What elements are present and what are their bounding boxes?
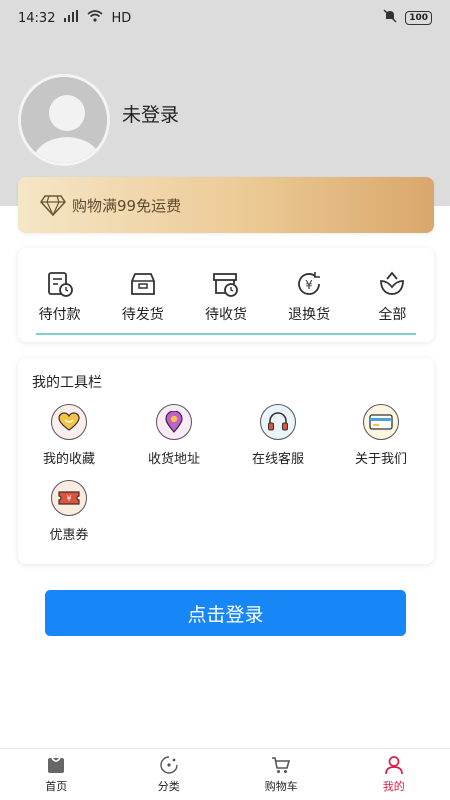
category-icon [160, 756, 178, 774]
tool-favorites[interactable]: 我的收藏 [24, 404, 114, 467]
status-time: 14:32 [18, 10, 56, 26]
status-left: 14:32 HD [18, 10, 131, 26]
free-shipping-banner[interactable]: 购物满99免运费 [18, 177, 434, 233]
tool-about-us[interactable]: 关于我们 [336, 404, 426, 467]
home-icon [48, 757, 65, 773]
tab-label: 分类 [157, 780, 180, 793]
status-bar: 14:32 HD 100 [0, 0, 450, 36]
battery-icon: 100 [405, 11, 432, 25]
tab-label: 我的 [382, 780, 405, 793]
cart-icon [272, 757, 291, 773]
svg-text:¥: ¥ [305, 278, 313, 292]
headset-icon [260, 404, 296, 440]
svg-text:¥: ¥ [66, 494, 71, 503]
pending-payment-icon [47, 272, 73, 297]
tab-category[interactable]: 分类 [129, 755, 209, 794]
order-pending-receipt[interactable]: 待收货 [188, 270, 264, 324]
tool-label: 收货地址 [147, 452, 200, 467]
tool-label: 在线客服 [251, 452, 304, 467]
all-orders-icon [380, 271, 405, 295]
orders-card: 待付款 待发货 待收货 ¥ 退换货 全部 [18, 248, 434, 342]
tab-cart[interactable]: 购物车 [241, 755, 321, 794]
tool-label: 优惠券 [49, 528, 89, 543]
pending-receipt-icon [213, 273, 238, 297]
default-avatar-icon[interactable] [18, 74, 110, 166]
orders-underline [36, 333, 416, 335]
order-pending-shipment[interactable]: 待发货 [105, 270, 181, 324]
card-icon [363, 404, 399, 440]
pending-shipment-icon [130, 273, 155, 295]
order-label: 退换货 [288, 307, 331, 323]
return-exchange-icon: ¥ [298, 272, 321, 295]
bottom-tabbar: 首页 分类 购物车 我的 [0, 748, 450, 800]
tool-label: 我的收藏 [42, 452, 95, 467]
network-label: HD [111, 10, 132, 26]
orders-row: 待付款 待发货 待收货 ¥ 退换货 全部 [18, 248, 434, 324]
tools-title: 我的工具栏 [32, 375, 102, 391]
free-shipping-text: 购物满99免运费 [72, 196, 182, 215]
order-label: 待收货 [204, 307, 247, 323]
order-all[interactable]: 全部 [354, 270, 430, 324]
order-label: 待付款 [38, 307, 81, 323]
tool-coupons[interactable]: ¥ 优惠券 [24, 480, 114, 543]
diamond-icon [40, 195, 66, 216]
login-status[interactable]: 未登录 [122, 100, 179, 127]
order-label: 待发货 [121, 307, 164, 323]
tab-profile[interactable]: 我的 [354, 755, 434, 794]
favorites-icon [51, 404, 87, 440]
profile-icon [384, 756, 403, 775]
order-return-exchange[interactable]: ¥ 退换货 [271, 270, 347, 324]
tab-home[interactable]: 首页 [16, 755, 96, 794]
order-label: 全部 [378, 307, 407, 323]
signal-icon [63, 10, 79, 26]
wifi-icon [87, 10, 103, 26]
tools-card: 我的工具栏 我的收藏 收货地址 在线客服 关于我们 ¥ 优惠券 [18, 358, 434, 564]
tab-label: 首页 [45, 780, 68, 793]
mute-icon [383, 9, 397, 27]
login-button[interactable]: 点击登录 [45, 590, 406, 636]
tool-address[interactable]: 收货地址 [129, 404, 219, 467]
tool-label: 关于我们 [354, 452, 407, 467]
status-right: 100 [383, 9, 432, 27]
address-pin-icon [156, 404, 192, 440]
tab-label: 购物车 [264, 780, 298, 793]
tool-customer-service[interactable]: 在线客服 [233, 404, 323, 467]
order-pending-payment[interactable]: 待付款 [22, 270, 98, 324]
coupon-icon: ¥ [51, 480, 87, 516]
